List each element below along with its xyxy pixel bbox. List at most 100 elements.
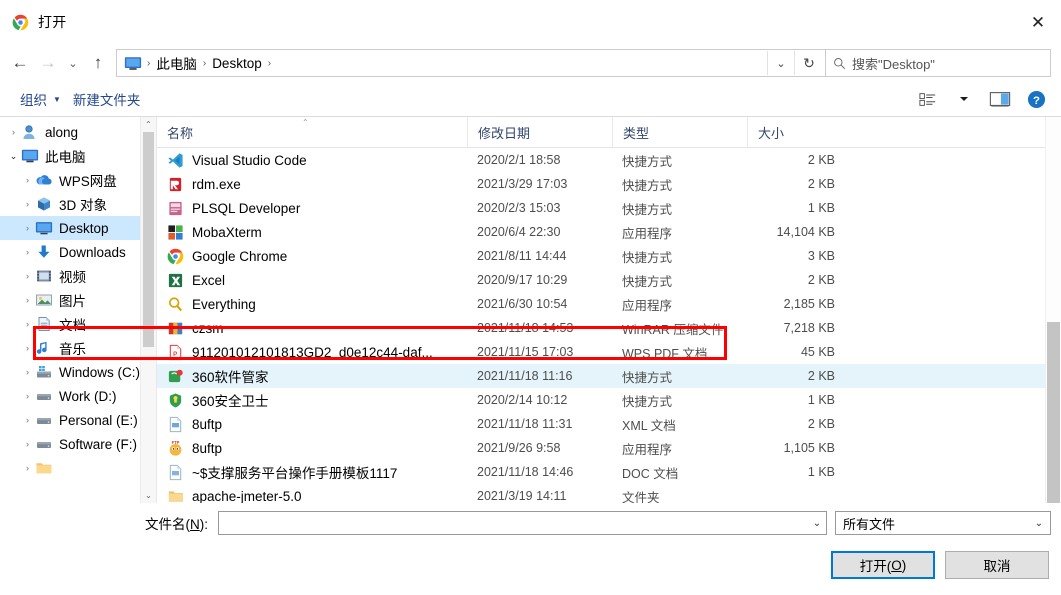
open-button[interactable]: 打开(O): [831, 551, 935, 579]
refresh-icon[interactable]: ↻: [794, 51, 823, 75]
sidebar-item-this-pc[interactable]: ⌄ 此电脑: [0, 144, 156, 168]
chevron-down-icon[interactable]: ⌄: [6, 151, 21, 162]
sidebar-item-partial[interactable]: ›: [0, 456, 156, 480]
chevron-down-icon[interactable]: ⌄: [767, 51, 794, 75]
table-row[interactable]: PLSQL Developer 2020/2/3 15:03 快捷方式 1 KB: [157, 196, 1061, 220]
file-type-filter-select[interactable]: 所有文件 ⌄: [835, 511, 1051, 535]
table-row[interactable]: 360安全卫士 2020/2/14 10:12 快捷方式 1 KB: [157, 388, 1061, 412]
chevron-down-icon[interactable]: [947, 86, 981, 112]
file-name-cell[interactable]: 360安全卫士: [157, 390, 467, 410]
file-name-cell[interactable]: Google Chrome: [157, 248, 467, 265]
chevron-right-icon[interactable]: ›: [20, 343, 35, 353]
scroll-up-icon[interactable]: ⌃: [141, 117, 156, 132]
table-row[interactable]: Google Chrome 2021/8/11 14:44 快捷方式 3 KB: [157, 244, 1061, 268]
sidebar-scrollbar[interactable]: ⌃ ⌄: [140, 117, 156, 503]
file-list-scroll-thumb[interactable]: [1047, 322, 1060, 503]
sidebar-item-windows-c[interactable]: › Windows (C:): [0, 360, 156, 384]
file-name-cell[interactable]: MobaXterm: [157, 224, 467, 241]
table-row[interactable]: Excel 2020/9/17 10:29 快捷方式 2 KB: [157, 268, 1061, 292]
table-row[interactable]: apache-jmeter-5.0 2021/3/19 14:11 文件夹: [157, 484, 1061, 503]
search-box[interactable]: 搜索"Desktop": [826, 49, 1051, 77]
chevron-right-icon[interactable]: ›: [6, 127, 21, 137]
file-name-cell[interactable]: Visual Studio Code: [157, 152, 467, 169]
file-name-cell[interactable]: rdm.exe: [157, 176, 467, 193]
up-button[interactable]: ↑: [84, 48, 112, 78]
sidebar-item-software-f[interactable]: › Software (F:): [0, 432, 156, 456]
organize-button[interactable]: 组织 ▼: [14, 86, 67, 112]
scroll-down-icon[interactable]: ⌄: [141, 488, 156, 503]
chevron-right-icon[interactable]: ›: [20, 319, 35, 329]
sidebar-item-personal-e[interactable]: › Personal (E:): [0, 408, 156, 432]
file-list-scroll-track[interactable]: [1046, 117, 1061, 503]
sidebar-item-pictures[interactable]: › 图片: [0, 288, 156, 312]
file-name-cell[interactable]: Excel: [157, 272, 467, 289]
search-input[interactable]: 搜索"Desktop": [852, 54, 935, 73]
sidebar-item-work-d[interactable]: › Work (D:): [0, 384, 156, 408]
chevron-right-icon[interactable]: ›: [20, 199, 35, 209]
chevron-right-icon[interactable]: ›: [20, 367, 35, 377]
chevron-right-icon[interactable]: ›: [20, 295, 35, 305]
file-name-cell[interactable]: P 911201012101813GD2_d0e12c44-daf...: [157, 344, 467, 361]
filename-input[interactable]: ⌄: [218, 511, 827, 535]
table-row[interactable]: 8uftp 2021/11/18 11:31 XML 文档 2 KB: [157, 412, 1061, 436]
chevron-right-icon[interactable]: ›: [20, 247, 35, 257]
table-row[interactable]: rdm.exe 2021/3/29 17:03 快捷方式 2 KB: [157, 172, 1061, 196]
sidebar-scroll-track[interactable]: [141, 132, 156, 488]
sidebar-item-wps-cloud[interactable]: › WPS网盘: [0, 168, 156, 192]
cancel-button[interactable]: 取消: [945, 551, 1049, 579]
sidebar-item-videos[interactable]: › 视频: [0, 264, 156, 288]
table-row[interactable]: MobaXterm 2020/6/4 22:30 应用程序 14,104 KB: [157, 220, 1061, 244]
chevron-down-icon[interactable]: ⌄: [808, 518, 826, 529]
sidebar-scroll-thumb[interactable]: [143, 132, 154, 347]
sidebar-item-music[interactable]: › 音乐: [0, 336, 156, 360]
chevron-right-icon[interactable]: ›: [20, 463, 35, 473]
table-row[interactable]: FTP 8uftp 2021/9/26 9:58 应用程序 1,105 KB: [157, 436, 1061, 460]
forward-button[interactable]: →: [34, 48, 62, 78]
file-name-cell[interactable]: PLSQL Developer: [157, 200, 467, 217]
new-folder-button[interactable]: 新建文件夹: [67, 86, 147, 112]
help-icon[interactable]: ?: [1019, 86, 1053, 112]
table-row[interactable]: 360软件管家 2021/11/18 11:16 快捷方式 2 KB: [157, 364, 1061, 388]
file-name-cell[interactable]: czsm: [157, 320, 467, 337]
file-name-cell[interactable]: FTP 8uftp: [157, 440, 467, 457]
address-bar[interactable]: › 此电脑 › Desktop › ⌄ ↻: [116, 49, 826, 77]
sidebar-item-3d-objects[interactable]: › 3D 对象: [0, 192, 156, 216]
table-row[interactable]: Everything 2021/6/30 10:54 应用程序 2,185 KB: [157, 292, 1061, 316]
back-button[interactable]: ←: [6, 48, 34, 78]
file-date-cell: 2020/2/1 18:58: [467, 153, 612, 167]
table-row[interactable]: P 911201012101813GD2_d0e12c44-daf... 202…: [157, 340, 1061, 364]
close-icon[interactable]: ✕: [1015, 0, 1061, 44]
file-name-cell[interactable]: Everything: [157, 296, 467, 313]
drive-icon: [35, 436, 53, 452]
column-header-date[interactable]: 修改日期: [467, 117, 612, 147]
chevron-right-icon[interactable]: ›: [20, 271, 35, 281]
chevron-down-icon[interactable]: ⌄: [1028, 518, 1050, 529]
file-name-cell[interactable]: apache-jmeter-5.0: [157, 488, 467, 504]
breadcrumb-this-pc[interactable]: 此电脑: [151, 53, 202, 73]
table-row[interactable]: czsm 2021/11/18 14:53 WinRAR 压缩文件 7,218 …: [157, 316, 1061, 340]
column-header-type[interactable]: 类型: [612, 117, 747, 147]
column-header-name[interactable]: 名称 ⌃: [157, 117, 467, 147]
sidebar-item-downloads[interactable]: › Downloads: [0, 240, 156, 264]
chevron-right-icon[interactable]: ›: [20, 223, 35, 233]
file-name-cell[interactable]: 8uftp: [157, 416, 467, 433]
recent-locations-button[interactable]: ⌄: [62, 48, 84, 78]
file-name-cell[interactable]: ~$支撑服务平台操作手册模板1117: [157, 462, 467, 482]
preview-pane-button[interactable]: [983, 86, 1017, 112]
file-list-scrollbar[interactable]: [1045, 117, 1061, 503]
sidebar-item-along[interactable]: › along: [0, 120, 156, 144]
view-options-button[interactable]: [911, 86, 945, 112]
chevron-right-icon[interactable]: ›: [20, 175, 35, 185]
sidebar-item-desktop[interactable]: › Desktop: [0, 216, 156, 240]
breadcrumb-separator[interactable]: ›: [267, 58, 272, 69]
chevron-right-icon[interactable]: ›: [20, 391, 35, 401]
chevron-right-icon[interactable]: ›: [20, 439, 35, 449]
sidebar-item-documents[interactable]: › 文档: [0, 312, 156, 336]
command-toolbar: 组织 ▼ 新建文件夹: [0, 82, 1061, 117]
table-row[interactable]: Visual Studio Code 2020/2/1 18:58 快捷方式 2…: [157, 148, 1061, 172]
breadcrumb-desktop[interactable]: Desktop: [207, 56, 267, 71]
file-name-cell[interactable]: 360软件管家: [157, 366, 467, 386]
column-header-size[interactable]: 大小: [747, 117, 847, 147]
table-row[interactable]: ~$支撑服务平台操作手册模板1117 2021/11/18 14:46 DOC …: [157, 460, 1061, 484]
chevron-right-icon[interactable]: ›: [20, 415, 35, 425]
